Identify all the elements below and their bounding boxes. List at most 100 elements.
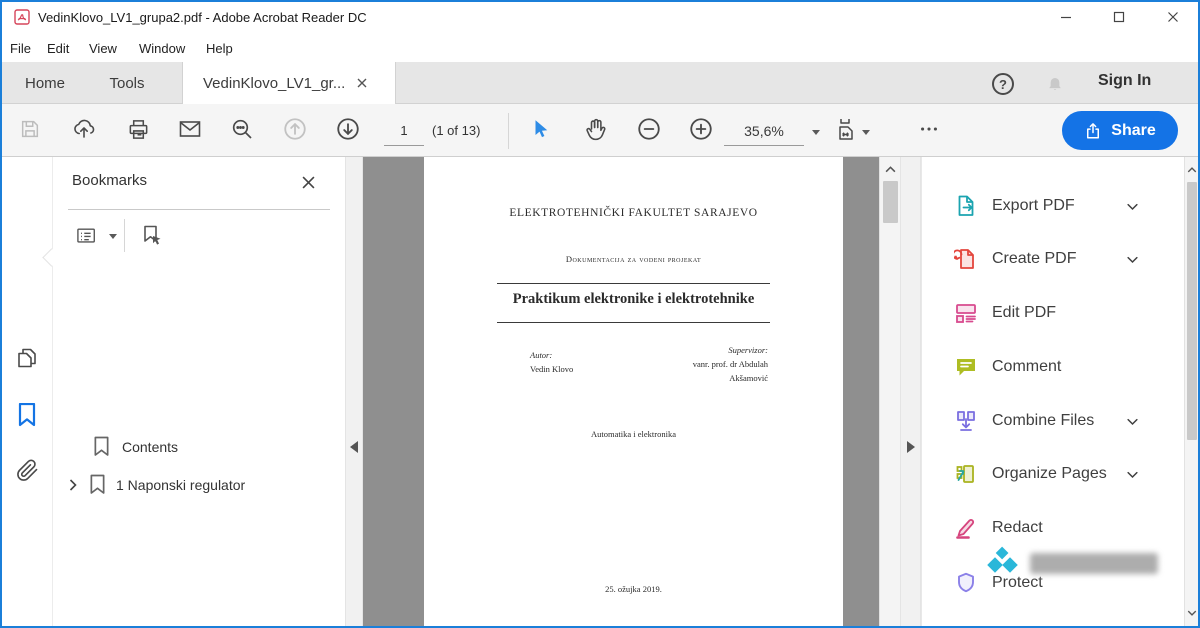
bookmarks-close-button[interactable] bbox=[295, 169, 321, 195]
zoom-level-input[interactable]: 35,6% bbox=[724, 118, 804, 146]
scroll-down-arrow-icon[interactable] bbox=[1185, 606, 1199, 620]
bookmark-icon bbox=[89, 474, 106, 495]
tool-label: Create PDF bbox=[992, 250, 1076, 268]
tool-label: Edit PDF bbox=[992, 304, 1056, 322]
tab-bar: Home Tools VedinKlovo_LV1_gr... ? Sign I… bbox=[0, 62, 1200, 104]
previous-page-button[interactable] bbox=[276, 110, 314, 148]
document-area[interactable]: ELEKTROTEHNIČKI FAKULTET SARAJEVO Dokume… bbox=[363, 157, 879, 626]
select-cursor-icon bbox=[530, 118, 552, 140]
sign-in-button[interactable]: Sign In bbox=[1098, 72, 1151, 90]
navigation-rail bbox=[0, 157, 52, 626]
page-thumbnails-button[interactable] bbox=[8, 339, 46, 377]
upload-cloud-button[interactable] bbox=[65, 110, 103, 148]
page-display-caret-icon[interactable] bbox=[862, 130, 870, 135]
menu-edit[interactable]: Edit bbox=[41, 34, 75, 62]
bookmarks-panel-button[interactable] bbox=[8, 396, 46, 434]
bookmark-item-contents[interactable]: Contents bbox=[93, 436, 178, 457]
email-button[interactable] bbox=[171, 110, 209, 148]
zoom-out-button[interactable] bbox=[630, 110, 668, 148]
pdf-supervisor-line2: Akšamović bbox=[729, 373, 768, 383]
tab-tools[interactable]: Tools bbox=[92, 62, 162, 104]
tools-panel: Export PDF Create PDF Edit PDF Comment bbox=[921, 157, 1184, 626]
next-page-button[interactable] bbox=[329, 110, 367, 148]
search-icon bbox=[230, 117, 254, 141]
zoom-in-button[interactable] bbox=[682, 110, 720, 148]
bookmarks-panel-icon bbox=[17, 403, 37, 427]
minimize-button[interactable] bbox=[1049, 4, 1083, 30]
attachments-button[interactable] bbox=[8, 451, 46, 489]
collapse-tools-strip[interactable] bbox=[900, 157, 921, 626]
share-label: Share bbox=[1111, 122, 1155, 140]
collapse-right-arrow-icon[interactable] bbox=[907, 441, 915, 453]
menu-file[interactable]: File bbox=[4, 34, 37, 62]
close-icon bbox=[1167, 11, 1179, 23]
select-tool-button[interactable] bbox=[522, 110, 560, 148]
notifications-button[interactable] bbox=[1040, 69, 1070, 99]
scroll-up-arrow-icon[interactable] bbox=[1185, 163, 1199, 177]
menu-help[interactable]: Help bbox=[200, 34, 239, 62]
chevron-down-icon[interactable] bbox=[1125, 414, 1140, 429]
tab-document[interactable]: VedinKlovo_LV1_gr... bbox=[182, 62, 396, 104]
next-page-icon bbox=[335, 116, 361, 142]
tool-protect[interactable]: Protect bbox=[932, 561, 1172, 605]
find-current-bookmark-icon bbox=[140, 224, 164, 248]
chevron-down-icon[interactable] bbox=[1125, 252, 1140, 267]
tab-close-icon[interactable] bbox=[357, 78, 367, 88]
collapse-left-arrow-icon[interactable] bbox=[350, 441, 358, 453]
create-pdf-icon bbox=[954, 247, 978, 271]
tool-organize-pages[interactable]: Organize Pages bbox=[932, 452, 1172, 496]
tool-export-pdf[interactable]: Export PDF bbox=[932, 184, 1172, 228]
tool-create-pdf[interactable]: Create PDF bbox=[932, 237, 1172, 281]
share-button[interactable]: Share bbox=[1062, 111, 1178, 150]
save-icon bbox=[19, 118, 41, 140]
bookmark-options-caret-icon[interactable] bbox=[109, 234, 117, 239]
toolbar-divider bbox=[508, 113, 509, 149]
bookmark-options-button[interactable] bbox=[71, 221, 103, 251]
save-button[interactable] bbox=[11, 110, 49, 148]
tool-label: Redact bbox=[992, 519, 1043, 537]
tool-label: Combine Files bbox=[992, 412, 1094, 430]
page-number-input[interactable]: 1 bbox=[384, 118, 424, 146]
bookmark-item-label: 1 Naponski regulator bbox=[116, 477, 245, 493]
chevron-down-icon[interactable] bbox=[1125, 467, 1140, 482]
tool-combine-files[interactable]: Combine Files bbox=[932, 399, 1172, 443]
tools-scrollbar-thumb[interactable] bbox=[1187, 182, 1197, 440]
cloud-upload-icon bbox=[72, 117, 96, 141]
document-scrollbar[interactable] bbox=[879, 157, 900, 626]
tool-comment[interactable]: Comment bbox=[932, 345, 1172, 389]
bookmarks-close-icon bbox=[302, 176, 315, 189]
help-button[interactable]: ? bbox=[988, 69, 1018, 99]
tool-redact[interactable]: Redact bbox=[932, 506, 1172, 550]
tools-panel-scrollbar[interactable] bbox=[1184, 157, 1198, 626]
tool-edit-pdf[interactable]: Edit PDF bbox=[932, 291, 1172, 335]
zoom-out-icon bbox=[636, 116, 662, 142]
print-button[interactable] bbox=[119, 110, 157, 148]
fit-width-icon bbox=[835, 117, 859, 141]
chevron-down-icon[interactable] bbox=[1125, 199, 1140, 214]
menu-window[interactable]: Window bbox=[133, 34, 191, 62]
pdf-page[interactable]: ELEKTROTEHNIČKI FAKULTET SARAJEVO Dokume… bbox=[424, 157, 843, 626]
protect-icon bbox=[954, 571, 978, 595]
search-button[interactable] bbox=[223, 110, 261, 148]
tab-document-label: VedinKlovo_LV1_gr... bbox=[203, 75, 345, 92]
collapse-bookmarks-strip[interactable] bbox=[345, 157, 363, 626]
pdf-supervisor-label: Supervizor: bbox=[728, 345, 768, 355]
maximize-button[interactable] bbox=[1102, 4, 1136, 30]
main-toolbar: 1 (1 of 13) 35,6% Share bbox=[0, 104, 1200, 157]
document-scrollbar-thumb[interactable] bbox=[883, 181, 898, 223]
maximize-icon bbox=[1113, 11, 1125, 23]
page-display-button[interactable] bbox=[828, 110, 866, 148]
more-tools-button[interactable] bbox=[910, 110, 948, 148]
find-current-bookmark-button[interactable] bbox=[135, 219, 169, 253]
menu-view[interactable]: View bbox=[83, 34, 123, 62]
acrobat-window: VedinKlovo_LV1_grupa2.pdf - Adobe Acroba… bbox=[0, 0, 1200, 628]
tab-home[interactable]: Home bbox=[12, 62, 78, 104]
hand-tool-button[interactable] bbox=[577, 110, 615, 148]
zoom-caret-icon[interactable] bbox=[812, 130, 820, 135]
scroll-up-arrow-icon[interactable] bbox=[880, 161, 901, 177]
print-icon bbox=[127, 118, 150, 141]
bookmark-item-naponski[interactable]: 1 Naponski regulator bbox=[67, 474, 245, 495]
close-button[interactable] bbox=[1156, 4, 1190, 30]
pdf-file-icon bbox=[14, 9, 30, 25]
bookmark-icon bbox=[93, 436, 110, 457]
